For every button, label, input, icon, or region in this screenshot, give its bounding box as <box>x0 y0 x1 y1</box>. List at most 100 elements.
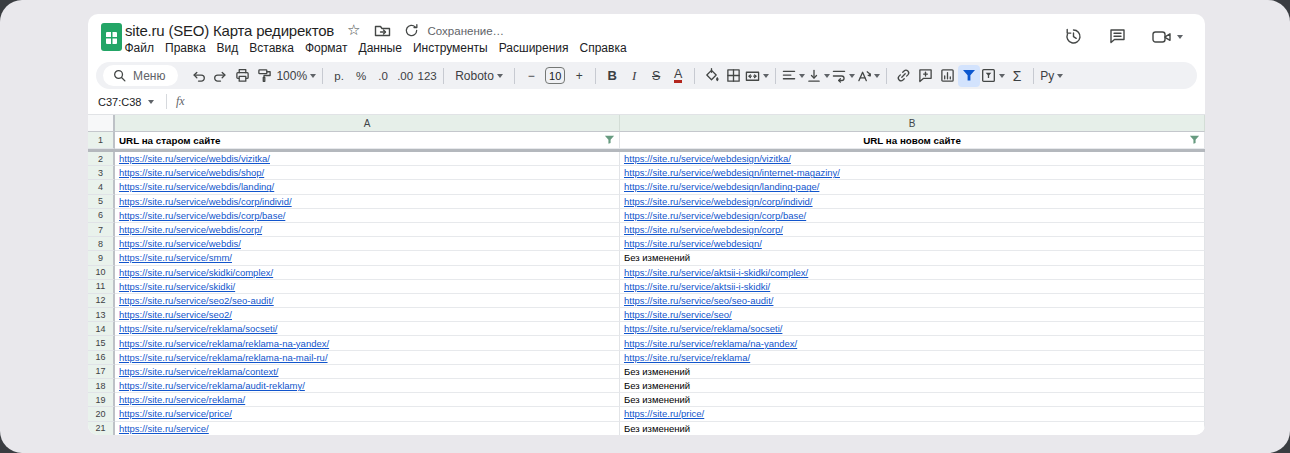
print-button[interactable] <box>231 65 253 87</box>
insert-comment-button[interactable] <box>914 65 936 87</box>
menu-9[interactable]: Справка <box>574 41 632 56</box>
old-url-link[interactable]: https://site.ru/service/webdis/corp/base… <box>119 210 285 221</box>
cell-old-url[interactable]: https://site.ru/service/reklama/ <box>115 393 620 407</box>
new-url-link[interactable]: https://site.ru/price/ <box>624 408 704 419</box>
menu-6[interactable]: Данные <box>353 41 407 56</box>
font-select[interactable]: Roboto <box>449 65 509 87</box>
old-url-link[interactable]: https://site.ru/service/reklama/socseti/ <box>119 323 277 334</box>
menu-1[interactable]: Файл <box>119 41 160 56</box>
video-call-icon[interactable] <box>1152 29 1183 45</box>
cell-old-url[interactable]: https://site.ru/service/webdis/shop/ <box>115 166 620 180</box>
cell-old-url[interactable]: https://site.ru/service/ <box>115 422 620 435</box>
star-icon[interactable]: ☆ <box>347 21 360 39</box>
filter-views-button[interactable] <box>980 65 1006 87</box>
new-url-link[interactable]: https://site.ru/service/aktsii-i-skidki/ <box>624 281 770 292</box>
decrease-font-size-button[interactable]: − <box>520 65 542 87</box>
cell-old-url[interactable]: https://site.ru/service/webdis/ <box>115 237 620 251</box>
cell-old-url[interactable]: https://site.ru/service/smm/ <box>115 251 620 265</box>
cell-old-url[interactable]: https://site.ru/service/webdis/landing/ <box>115 180 620 194</box>
bold-button[interactable]: B <box>601 65 623 87</box>
old-url-link[interactable]: https://site.ru/service/seo2/ <box>119 309 232 320</box>
cell-new-url[interactable]: https://site.ru/service/webdesign/corp/i… <box>620 195 1205 209</box>
merge-cells-button[interactable] <box>744 65 770 87</box>
menu-8[interactable]: Расширения <box>493 41 574 56</box>
insert-chart-button[interactable] <box>936 65 958 87</box>
column-filter-icon[interactable] <box>1189 135 1200 145</box>
row-number[interactable]: 15 <box>88 336 115 350</box>
cell-new-url[interactable]: Без изменений <box>620 379 1205 393</box>
increase-font-size-button[interactable]: + <box>568 65 590 87</box>
row-number[interactable]: 9 <box>88 251 115 265</box>
cell-new-url[interactable]: https://site.ru/price/ <box>620 407 1205 421</box>
row-number[interactable]: 6 <box>88 209 115 223</box>
menu-2[interactable]: Правка <box>160 41 212 56</box>
row-number[interactable]: 16 <box>88 351 115 365</box>
cell-old-url[interactable]: https://site.ru/service/reklama/socseti/ <box>115 322 620 336</box>
old-url-link[interactable]: https://site.ru/service/reklama/reklama-… <box>119 338 329 349</box>
vertical-align-button[interactable] <box>806 65 831 87</box>
cell-new-url[interactable]: https://site.ru/service/aktsii-i-skidki/… <box>620 266 1205 280</box>
cell-new-url[interactable]: https://site.ru/service/webdesign/vizitk… <box>620 152 1205 166</box>
row-number[interactable]: 18 <box>88 379 115 393</box>
row-number[interactable]: 2 <box>88 152 115 166</box>
cell-new-url[interactable]: Без изменений <box>620 393 1205 407</box>
name-box-caret-icon[interactable] <box>148 100 154 104</box>
fill-color-button[interactable] <box>700 65 722 87</box>
row-number[interactable]: 13 <box>88 308 115 322</box>
cell-new-url[interactable]: Без изменений <box>620 422 1205 435</box>
row-number[interactable]: 19 <box>88 393 115 407</box>
old-url-link[interactable]: https://site.ru/service/reklama/context/ <box>119 366 278 377</box>
cell-new-url[interactable]: Без изменений <box>620 365 1205 379</box>
toolbar-search[interactable]: Меню <box>103 65 178 86</box>
cell-old-url[interactable]: https://site.ru/service/skidki/complex/ <box>115 266 620 280</box>
cell-old-url[interactable]: https://site.ru/service/webdis/corp/ <box>115 223 620 237</box>
row-number[interactable]: 1 <box>88 132 115 149</box>
row-number[interactable]: 7 <box>88 223 115 237</box>
row-number[interactable]: 8 <box>88 237 115 251</box>
increase-decimal-button[interactable]: .00 <box>394 65 416 87</box>
old-url-link[interactable]: https://site.ru/service/price/ <box>119 408 232 419</box>
cell-new-url[interactable]: https://site.ru/service/aktsii-i-skidki/ <box>620 280 1205 294</box>
new-url-link[interactable]: https://site.ru/service/aktsii-i-skidki/… <box>624 267 808 278</box>
row-number[interactable]: 17 <box>88 365 115 379</box>
document-title[interactable]: site.ru (SEO) Карта редиректов <box>125 22 334 39</box>
new-url-link[interactable]: https://site.ru/service/webdesign/corp/i… <box>624 196 813 207</box>
version-history-icon[interactable] <box>1064 27 1083 46</box>
input-tools-button[interactable]: Ру <box>1039 65 1064 87</box>
old-url-link[interactable]: https://site.ru/service/reklama/audit-re… <box>119 380 305 391</box>
row-number[interactable]: 11 <box>88 280 115 294</box>
zoom-select[interactable]: 100% <box>275 65 317 87</box>
row-number[interactable]: 21 <box>88 422 115 435</box>
old-url-link[interactable]: https://site.ru/service/webdis/landing/ <box>119 181 274 192</box>
new-url-link[interactable]: https://site.ru/service/reklama/ <box>624 352 750 363</box>
cell-new-url[interactable]: Без изменений <box>620 251 1205 265</box>
cell-new-url[interactable]: https://site.ru/service/webdesign/ <box>620 237 1205 251</box>
name-box[interactable]: C37:C38 <box>88 96 146 108</box>
menu-5[interactable]: Формат <box>299 41 353 56</box>
create-filter-button[interactable] <box>958 65 980 87</box>
text-rotation-button[interactable] <box>856 65 881 87</box>
text-wrap-button[interactable] <box>831 65 856 87</box>
cell-old-url[interactable]: https://site.ru/service/reklama/reklama-… <box>115 336 620 350</box>
cell-b1[interactable]: URL на новом сайте <box>620 132 1205 149</box>
menu-3[interactable]: Вид <box>211 41 244 56</box>
old-url-link[interactable]: https://site.ru/service/ <box>119 423 209 434</box>
new-url-link[interactable]: https://site.ru/service/webdesign/corp/b… <box>624 210 806 221</box>
text-color-button[interactable]: A <box>667 65 689 87</box>
cell-old-url[interactable]: https://site.ru/service/reklama/reklama-… <box>115 351 620 365</box>
cell-new-url[interactable]: https://site.ru/service/reklama/socseti/ <box>620 322 1205 336</box>
cell-old-url[interactable]: https://site.ru/service/seo2/ <box>115 308 620 322</box>
menu-7[interactable]: Инструменты <box>407 41 493 56</box>
cell-old-url[interactable]: https://site.ru/service/reklama/context/ <box>115 365 620 379</box>
row-number[interactable]: 3 <box>88 166 115 180</box>
cell-new-url[interactable]: https://site.ru/service/webdesign/landin… <box>620 180 1205 194</box>
cell-old-url[interactable]: https://site.ru/service/webdis/corp/base… <box>115 209 620 223</box>
cell-new-url[interactable]: https://site.ru/service/webdesign/corp/b… <box>620 209 1205 223</box>
menu-4[interactable]: Вставка <box>244 41 300 56</box>
insert-link-button[interactable] <box>892 65 914 87</box>
undo-button[interactable] <box>187 65 209 87</box>
redo-button[interactable] <box>209 65 231 87</box>
row-number[interactable]: 12 <box>88 294 115 308</box>
new-url-link[interactable]: https://site.ru/service/webdesign/ <box>624 238 762 249</box>
row-number[interactable]: 20 <box>88 407 115 421</box>
